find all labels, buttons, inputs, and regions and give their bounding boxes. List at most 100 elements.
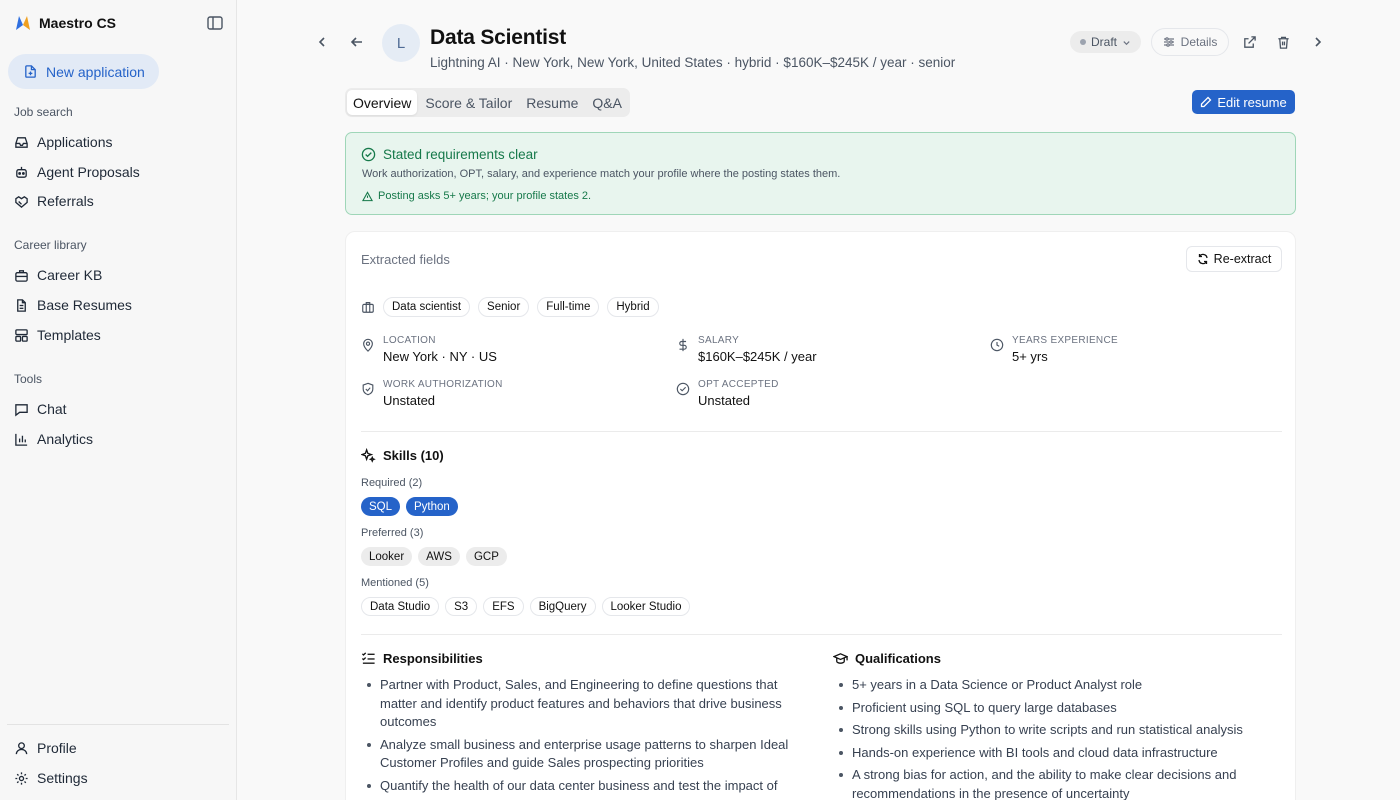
divider xyxy=(361,634,1282,635)
status-dropdown[interactable]: Draft xyxy=(1070,31,1142,53)
chevron-down-icon xyxy=(1123,40,1130,45)
tab-score-tailor[interactable]: Score & Tailor xyxy=(419,90,518,115)
alert-warning: Posting asks 5+ years; your profile stat… xyxy=(362,190,591,202)
back-button[interactable] xyxy=(347,32,367,52)
open-external-button[interactable] xyxy=(1239,32,1259,52)
alert-title: Stated requirements clear xyxy=(383,147,538,162)
new-application-label: New application xyxy=(46,63,145,80)
job-tag: Data scientist xyxy=(383,297,471,317)
job-tag: Hybrid xyxy=(607,297,659,317)
map-pin-icon xyxy=(363,338,373,352)
sidebar-item-agent-proposals[interactable]: Agent Proposals xyxy=(14,162,140,182)
job-tag: Full-time xyxy=(537,297,600,317)
dollar-icon xyxy=(679,338,687,352)
list-item: Analyze small business and enterprise us… xyxy=(362,736,802,773)
list-item: Proficient using SQL to query large data… xyxy=(834,699,1274,718)
main-content: L Data Scientist Lightning AI · New York… xyxy=(237,0,1400,800)
skill-chip: BigQuery xyxy=(529,597,596,616)
shield-check-icon xyxy=(362,382,374,396)
sidebar-item-profile[interactable]: Profile xyxy=(14,738,77,758)
sidebar-item-settings[interactable]: Settings xyxy=(14,768,88,788)
pencil-icon xyxy=(1201,96,1212,108)
field-years-experience: YEARS EXPERIENCE 5+ yrs xyxy=(990,335,1118,364)
collapse-left-button[interactable] xyxy=(312,32,332,52)
handshake-icon xyxy=(15,195,28,208)
details-button[interactable]: Details xyxy=(1151,28,1229,56)
field-label: SALARY xyxy=(698,335,740,346)
user-icon xyxy=(15,741,28,754)
sidebar-item-applications[interactable]: Applications xyxy=(14,132,113,152)
tab-overview[interactable]: Overview xyxy=(347,90,418,115)
status-dot xyxy=(1080,39,1086,45)
extracted-fields-heading: Extracted fields xyxy=(361,252,450,267)
company-avatar: L xyxy=(382,24,420,62)
sidebar-item-label: Applications xyxy=(37,134,113,150)
sidebar-divider xyxy=(7,724,229,725)
sidebar-item-analytics[interactable]: Analytics xyxy=(14,429,93,449)
field-value: Unstated xyxy=(383,393,436,408)
mentioned-skills-label: Mentioned (5) xyxy=(361,577,429,589)
brand[interactable]: Maestro CS xyxy=(14,12,116,34)
list-item: Partner with Product, Sales, and Enginee… xyxy=(362,676,802,732)
skill-chip: Looker xyxy=(361,547,413,566)
sidebar-item-label: Chat xyxy=(37,401,67,417)
mentioned-skills: Data Studio S3 EFS BigQuery Looker Studi… xyxy=(361,597,691,616)
new-application-button[interactable]: New application xyxy=(8,54,159,89)
skill-chip: Python xyxy=(406,497,458,516)
list-item: Quantify the health of our data center b… xyxy=(362,777,802,796)
tab-resume[interactable]: Resume xyxy=(520,90,584,115)
tab-bar: Overview Score & Tailor Resume Q&A xyxy=(345,88,630,117)
field-label: LOCATION xyxy=(383,335,436,346)
tab-qa[interactable]: Q&A xyxy=(586,90,628,115)
skill-chip: Looker Studio xyxy=(601,597,691,616)
sidebar-toggle-icon[interactable] xyxy=(206,14,224,32)
job-subtitle: Lightning AI · New York, New York, Unite… xyxy=(430,55,956,70)
sidebar-item-referrals[interactable]: Referrals xyxy=(14,191,94,211)
re-extract-button[interactable]: Re-extract xyxy=(1186,246,1282,272)
qualifications-heading: Qualifications xyxy=(833,651,941,666)
chevron-right-icon xyxy=(1315,37,1322,47)
sidebar-item-chat[interactable]: Chat xyxy=(14,399,67,419)
app-name: Maestro CS xyxy=(39,15,117,31)
warning-triangle-icon xyxy=(362,190,373,201)
check-circle-icon xyxy=(361,147,376,162)
next-button[interactable] xyxy=(1308,32,1328,52)
bot-icon xyxy=(16,166,27,178)
sidebar-item-base-resumes[interactable]: Base Resumes xyxy=(14,295,132,315)
alert-body: Work authorization, OPT, salary, and exp… xyxy=(362,168,841,180)
skills-heading: Skills (10) xyxy=(361,448,444,463)
field-location: LOCATION New York · NY · US xyxy=(361,335,497,364)
requirements-alert: Stated requirements clear Work authoriza… xyxy=(345,132,1296,215)
delete-button[interactable] xyxy=(1273,32,1293,52)
skill-chip: S3 xyxy=(445,597,478,616)
field-label: WORK AUTHORIZATION xyxy=(383,379,503,390)
responsibilities-list: Partner with Product, Sales, and Enginee… xyxy=(362,676,802,799)
status-label: Draft xyxy=(1091,35,1118,49)
details-label: Details xyxy=(1180,35,1218,49)
bar-chart-icon xyxy=(15,433,28,446)
divider xyxy=(361,431,1282,432)
preferred-skills-label: Preferred (3) xyxy=(361,527,424,539)
field-opt-accepted: OPT ACCEPTED Unstated xyxy=(676,379,779,408)
field-label: OPT ACCEPTED xyxy=(698,379,779,390)
sidebar-item-label: Agent Proposals xyxy=(37,164,140,180)
sidebar-item-label: Base Resumes xyxy=(37,297,132,313)
edit-resume-button[interactable]: Edit resume xyxy=(1192,90,1295,114)
skill-chip: SQL xyxy=(361,497,401,516)
skill-chip: Data Studio xyxy=(361,597,440,616)
sidebar-item-label: Profile xyxy=(37,740,77,756)
chat-icon xyxy=(15,403,28,416)
field-value: Unstated xyxy=(698,393,751,408)
sidebar-item-career-kb[interactable]: Career KB xyxy=(14,265,102,285)
layout-template-icon xyxy=(15,328,28,342)
sidebar-item-label: Analytics xyxy=(37,431,94,447)
qualifications-title: Qualifications xyxy=(855,651,941,666)
responsibilities-heading: Responsibilities xyxy=(361,651,483,666)
section-career-library: Career library xyxy=(14,238,87,252)
graduation-cap-icon xyxy=(833,653,848,664)
sidebar-item-templates[interactable]: Templates xyxy=(14,325,101,345)
maestro-logo-icon xyxy=(16,16,30,30)
sidebar: Maestro CS New application Job search Ap… xyxy=(0,0,237,800)
skills-title: Skills (10) xyxy=(383,448,444,463)
check-circle-icon xyxy=(676,382,690,396)
